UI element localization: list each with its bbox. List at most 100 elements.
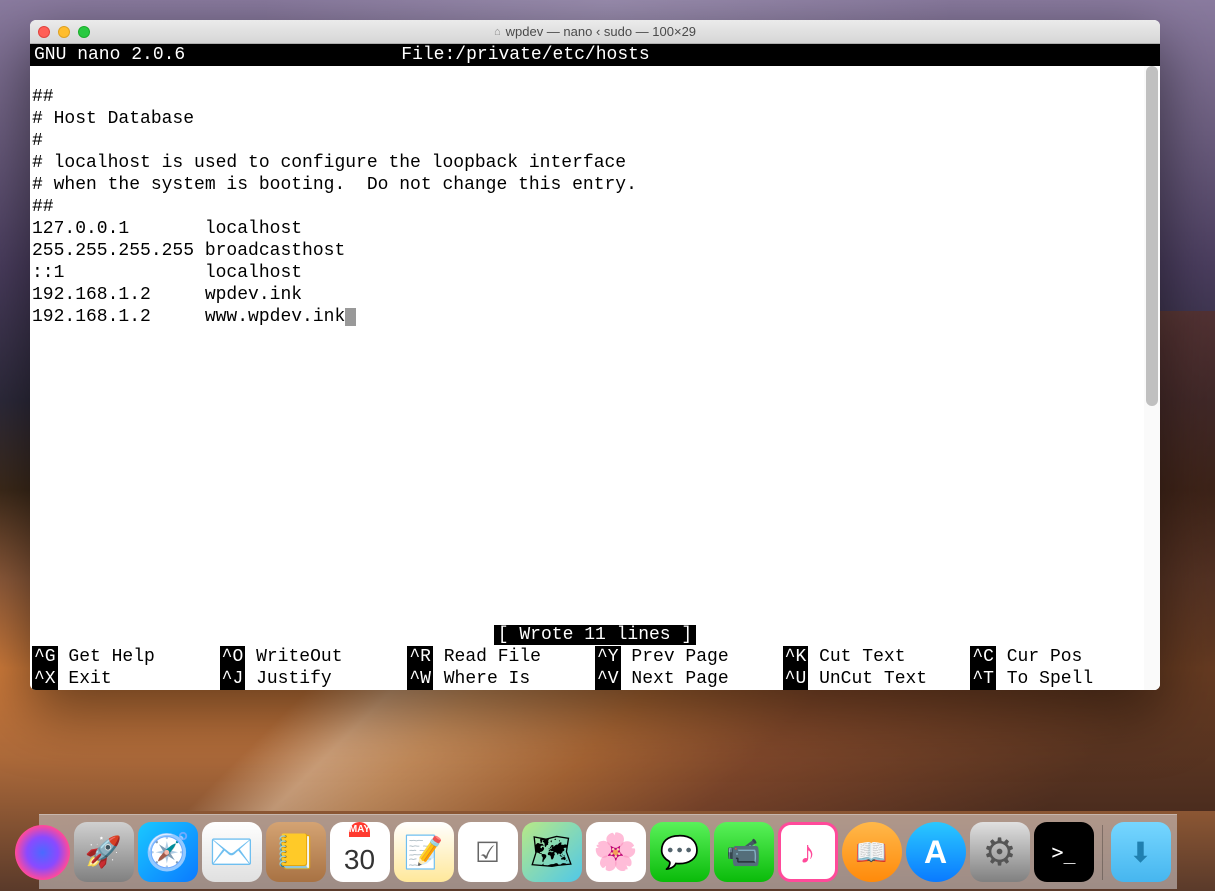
nano-header-bar: GNU nano 2.0.6 File: /private/etc/hosts [30,44,1160,66]
shortcut-label [808,668,819,690]
shortcut-label [808,646,819,668]
dock-item-notes[interactable] [394,822,454,882]
dock-item-photos[interactable] [586,822,646,882]
shortcut-label: Exit [68,668,111,690]
shortcut-writeout: ^O WriteOut [220,646,408,668]
dock-item-maps[interactable] [522,822,582,882]
file-line: 192.168.1.2 wpdev.ink [32,285,302,305]
shortcut-where-is: ^W Where Is [407,668,595,690]
shortcut-label: Cut Text [819,646,905,668]
shortcut-read-file: ^R Read File [407,646,595,668]
window-title: ⌂ wpdev — nano ‹ sudo — 100×29 [30,24,1160,39]
minimize-button[interactable] [58,26,70,38]
dock-item-ibooks[interactable] [842,822,902,882]
shortcut-label [58,668,69,690]
shortcut-label [621,646,632,668]
close-button[interactable] [38,26,50,38]
shortcut-exit: ^X Exit [32,668,220,690]
nano-status-line: [ Wrote 11 lines ] [30,624,1160,646]
file-line: # when the system is booting. Do not cha… [32,175,637,195]
shortcut-label [433,668,444,690]
shortcut-key: ^R [407,646,433,668]
shortcut-label [245,668,256,690]
shortcut-key: ^U [783,668,809,690]
window-title-text: wpdev — nano ‹ sudo — 100×29 [506,24,696,39]
shortcut-justify: ^J Justify [220,668,408,690]
shortcut-label [996,668,1007,690]
shortcut-label: Where Is [444,668,530,690]
shortcut-to-spell: ^T To Spell [970,668,1158,690]
shortcut-key: ^X [32,668,58,690]
dock-item-launchpad[interactable] [74,822,134,882]
calendar-day: 30 [344,837,375,882]
dock-item-system-preferences[interactable] [970,822,1030,882]
shortcut-label [58,646,69,668]
shortcut-get-help: ^G Get Help [32,646,220,668]
file-line: 255.255.255.255 broadcasthost [32,241,345,261]
shortcut-label [621,668,632,690]
dock-item-downloads[interactable] [1111,822,1171,882]
file-line: # localhost is used to configure the loo… [32,153,626,173]
shortcut-key: ^O [220,646,246,668]
home-icon: ⌂ [494,26,501,38]
dock-item-itunes[interactable] [778,822,838,882]
scrollbar-thumb[interactable] [1146,66,1158,406]
dock-item-terminal[interactable] [1034,822,1094,882]
file-line: ::1 localhost [32,263,302,283]
vertical-scrollbar[interactable] [1144,66,1160,690]
dock-item-contacts[interactable] [266,822,326,882]
terminal-content[interactable]: GNU nano 2.0.6 File: /private/etc/hosts … [30,44,1160,690]
shortcut-cut-text: ^K Cut Text [783,646,971,668]
shortcut-next-page: ^V Next Page [595,668,783,690]
calendar-month: MAY [349,822,370,837]
shortcut-label: To Spell [1007,668,1093,690]
shortcut-label: Justify [256,668,332,690]
dock-item-messages[interactable] [650,822,710,882]
file-line: # [32,131,43,151]
traffic-lights [38,26,90,38]
nano-shortcuts: ^G Get Help ^O WriteOut ^R Read File ^Y … [32,646,1158,690]
file-line: 192.168.1.2 www.wpdev.ink [32,307,345,327]
shortcut-key: ^K [783,646,809,668]
shortcut-label: WriteOut [256,646,342,668]
shortcut-prev-page: ^Y Prev Page [595,646,783,668]
shortcut-label: Read File [444,646,541,668]
dock-item-siri[interactable] [15,825,70,880]
shortcut-label [996,646,1007,668]
maximize-button[interactable] [78,26,90,38]
nano-file-path: /private/etc/hosts [455,44,649,66]
nano-version: GNU nano 2.0.6 [34,44,185,66]
shortcut-label [433,646,444,668]
shortcut-label: Next Page [631,668,728,690]
dock-item-safari[interactable] [138,822,198,882]
file-line: 127.0.0.1 localhost [32,219,302,239]
dock-item-appstore[interactable] [906,822,966,882]
nano-file-label: File: [401,44,455,66]
file-line: # Host Database [32,109,194,129]
shortcut-key: ^C [970,646,996,668]
dock-item-calendar[interactable]: MAY 30 [330,822,390,882]
shortcut-label: Get Help [68,646,154,668]
nano-status-text: [ Wrote 11 lines ] [494,625,696,645]
shortcut-key: ^Y [595,646,621,668]
editor-body[interactable]: ## # Host Database # # localhost is used… [30,66,1160,330]
dock-separator [1102,825,1103,880]
shortcut-key: ^T [970,668,996,690]
shortcut-key: ^J [220,668,246,690]
dock: MAY 30 [39,814,1177,889]
text-cursor [345,308,356,326]
shortcut-uncut-text: ^U UnCut Text [783,668,971,690]
shortcut-key: ^W [407,668,433,690]
shortcut-cur-pos: ^C Cur Pos [970,646,1158,668]
shortcut-label [245,646,256,668]
shortcut-label: Prev Page [631,646,728,668]
shortcut-label: UnCut Text [819,668,927,690]
window-titlebar[interactable]: ⌂ wpdev — nano ‹ sudo — 100×29 [30,20,1160,44]
dock-item-facetime[interactable] [714,822,774,882]
shortcut-key: ^G [32,646,58,668]
dock-item-reminders[interactable] [458,822,518,882]
shortcut-label: Cur Pos [1007,646,1083,668]
file-line: ## [32,197,54,217]
terminal-window: ⌂ wpdev — nano ‹ sudo — 100×29 GNU nano … [30,20,1160,690]
dock-item-mail[interactable] [202,822,262,882]
